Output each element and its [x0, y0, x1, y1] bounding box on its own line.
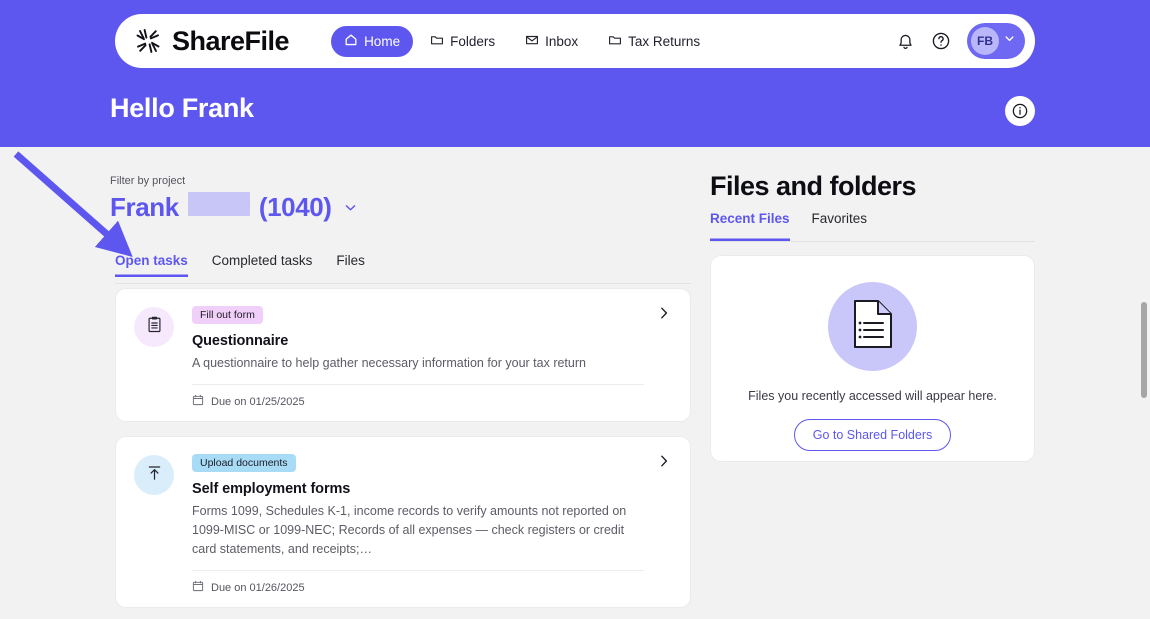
tab-open-tasks-label: Open tasks: [115, 253, 188, 268]
avatar: FB: [971, 27, 999, 55]
task-tabs: Open tasks Completed tasks Files: [115, 253, 691, 284]
task-icon-bg: [134, 307, 174, 347]
sharefile-logo-icon: [133, 26, 163, 56]
project-name-prefix: Frank: [110, 192, 179, 222]
page-title: Hello Frank: [110, 93, 254, 123]
folder-icon: [608, 33, 622, 50]
tab-completed-tasks[interactable]: Completed tasks: [212, 253, 313, 277]
chevron-down-icon: [343, 200, 358, 215]
document-lines-icon: [852, 299, 894, 354]
empty-state-illustration: [828, 282, 917, 371]
filter-label: Filter by project: [110, 175, 186, 187]
upload-icon: [145, 463, 164, 487]
chevron-down-icon: [1003, 32, 1016, 50]
status-badge: Fill out form: [192, 306, 263, 324]
brand-name: ShareFile: [172, 25, 290, 56]
scrollbar-thumb[interactable]: [1141, 302, 1147, 398]
main-content: Filter by project Frank (1040) Open task…: [0, 147, 1150, 619]
nav-item-tax-returns-label: Tax Returns: [628, 33, 701, 49]
app-root: ShareFile Home Folders Inbox Tax Returns…: [0, 0, 1150, 619]
calendar-icon: [192, 580, 204, 595]
task-due-date: Due on 01/26/2025: [211, 581, 305, 594]
question-mark-circle-icon[interactable]: [931, 31, 951, 51]
task-title: Questionnaire: [192, 333, 289, 349]
nav-item-folders[interactable]: Folders: [417, 26, 508, 57]
tab-completed-tasks-label: Completed tasks: [211, 253, 313, 268]
tab-recent-files[interactable]: Recent Files: [710, 211, 790, 241]
tab-open-tasks[interactable]: Open tasks: [115, 253, 188, 277]
task-description: Forms 1099, Schedules K-1, income record…: [192, 504, 627, 556]
task-body: Fill out form Questionnaire A questionna…: [192, 305, 690, 421]
nav-item-inbox-label: Inbox: [545, 33, 579, 49]
task-list: Fill out form Questionnaire A questionna…: [115, 288, 691, 619]
brand[interactable]: ShareFile: [133, 25, 290, 57]
task-icon-wrap: [116, 305, 192, 421]
user-menu[interactable]: FB: [967, 23, 1025, 59]
info-circle-icon[interactable]: [1005, 96, 1035, 126]
clipboard-icon: [145, 315, 164, 339]
chevron-right-icon[interactable]: [656, 305, 672, 326]
nav-item-home-label: Home: [364, 33, 401, 49]
nav-item-inbox[interactable]: Inbox: [512, 26, 591, 57]
project-name: Frank (1040): [110, 192, 332, 223]
tab-favorites-label: Favorites: [811, 211, 868, 226]
go-to-shared-folders-button[interactable]: Go to Shared Folders: [793, 419, 952, 451]
project-name-suffix: (1040): [258, 192, 332, 222]
task-footer: Due on 01/26/2025: [192, 570, 644, 607]
task-title: Self employment forms: [192, 481, 351, 497]
hero-banner: ShareFile Home Folders Inbox Tax Returns…: [0, 0, 1150, 147]
home-icon: [344, 33, 358, 50]
task-icon-wrap: [116, 453, 192, 607]
task-footer: Due on 01/25/2025: [192, 384, 644, 421]
files-column: Files and folders Recent Files Favorites: [692, 147, 1150, 619]
chevron-right-icon[interactable]: [656, 453, 672, 474]
tab-recent-files-label: Recent Files: [710, 211, 790, 226]
files-tabs: Recent Files Favorites: [710, 211, 1035, 242]
top-navbar: ShareFile Home Folders Inbox Tax Returns…: [115, 14, 1035, 68]
nav-item-home[interactable]: Home: [331, 25, 414, 57]
nav-item-folders-label: Folders: [450, 33, 496, 49]
tab-favorites[interactable]: Favorites: [812, 211, 868, 241]
empty-state-text: Files you recently accessed will appear …: [748, 389, 997, 403]
task-row[interactable]: Upload documents Self employment forms F…: [115, 436, 691, 608]
files-panel-title: Files and folders: [710, 171, 917, 201]
nav-item-tax-returns[interactable]: Tax Returns: [595, 26, 713, 57]
recent-files-empty-state: Files you recently accessed will appear …: [710, 255, 1035, 462]
task-body: Upload documents Self employment forms F…: [192, 453, 690, 607]
calendar-icon: [192, 394, 204, 409]
tab-files[interactable]: Files: [336, 253, 365, 277]
navbar-actions: FB: [896, 23, 1025, 59]
folder-icon: [430, 33, 444, 50]
task-due-date: Due on 01/25/2025: [211, 395, 305, 408]
nav-links: Home Folders Inbox Tax Returns: [331, 25, 713, 57]
project-selector[interactable]: Frank (1040): [110, 192, 358, 223]
tasks-column: Filter by project Frank (1040) Open task…: [0, 147, 692, 619]
task-description: A questionnaire to help gather necessary…: [192, 356, 586, 370]
envelope-icon: [525, 33, 539, 50]
redacted-block: [187, 192, 250, 216]
task-icon-bg: [134, 455, 174, 495]
task-row[interactable]: Fill out form Questionnaire A questionna…: [115, 288, 691, 422]
status-badge: Upload documents: [192, 454, 296, 472]
bell-icon[interactable]: [896, 32, 915, 51]
tab-files-label: Files: [336, 253, 365, 268]
